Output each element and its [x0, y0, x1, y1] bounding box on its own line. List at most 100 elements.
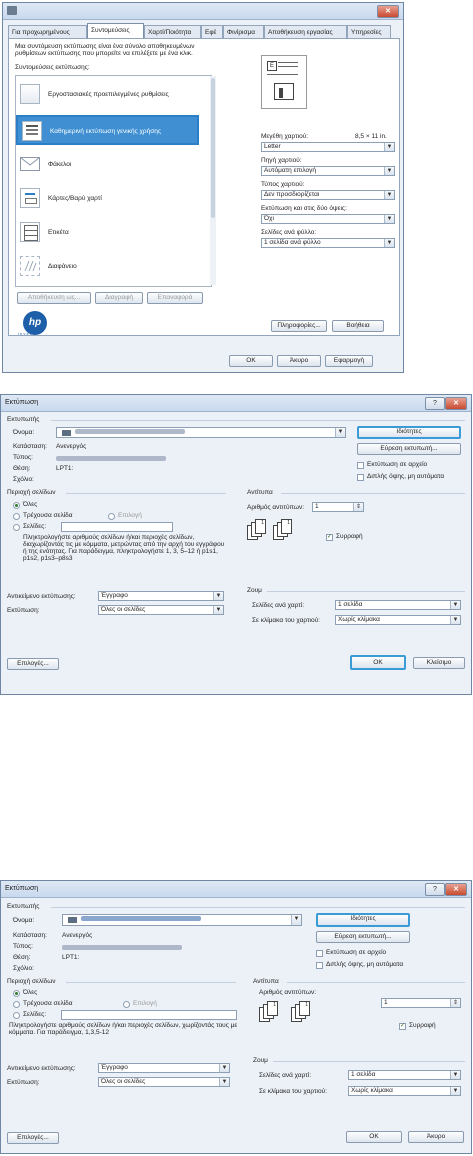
chevron-down-icon: ▼ [450, 1087, 460, 1095]
apply-button[interactable]: Εφαρμογή [325, 355, 373, 367]
tab-shortcuts[interactable]: Συντομεύσεις [87, 23, 144, 38]
print-to-file-label: Εκτύπωση σε αρχείο [326, 949, 387, 956]
pages-per-sheet-select[interactable]: 1 σελίδα ▼ [335, 600, 461, 610]
paper-source-select[interactable]: Αυτόματη επιλογή ▼ [261, 166, 395, 176]
pages-radio[interactable] [13, 1012, 20, 1019]
print-to-file-checkbox[interactable] [316, 950, 323, 957]
collate-checkbox[interactable]: ✓ [399, 1023, 406, 1030]
shortcut-item-envelopes[interactable]: Φάκελοι [16, 150, 199, 180]
delete-button[interactable]: Διαγραφή [95, 292, 143, 304]
scale-select[interactable]: Χωρίς κλίμακα ▼ [335, 615, 461, 625]
pages-per-sheet-label: Σελίδες ανά φύλλο: [261, 229, 317, 236]
all-pages-radio[interactable] [13, 502, 20, 509]
tab-paper-quality[interactable]: Χαρτί/Ποιότητα [144, 25, 201, 38]
shortcuts-list: Εργοστασιακές προεπιλεγμένες ρυθμίσεις Κ… [15, 75, 212, 287]
close-dialog-button[interactable]: Κλείσιμο [413, 657, 465, 669]
shortcut-item-everyday[interactable]: Καθημερινή εκτύπωση γενικής χρήσης [16, 115, 199, 145]
options-button[interactable]: Επιλογές... [7, 658, 59, 670]
all-pages-radio[interactable] [13, 990, 20, 997]
dialog-title: Εκτύπωση [5, 399, 39, 406]
copies-input[interactable]: 1 ⇕ [381, 998, 461, 1008]
tab-job-storage[interactable]: Αποθήκευση εργασίας [264, 25, 347, 38]
pages-input[interactable] [61, 1010, 237, 1020]
cancel-button[interactable]: Άκυρο [408, 1131, 464, 1143]
paper-type-select[interactable]: Δεν προσδιορίζεται ▼ [261, 190, 395, 200]
selection-radio[interactable] [123, 1001, 130, 1008]
copies-group-title: Αντίτυπα [253, 978, 279, 985]
help-title-button[interactable]: ? [425, 883, 445, 896]
collate-checkbox[interactable]: ✓ [326, 534, 333, 541]
duplex-select[interactable]: Όχι ▼ [261, 214, 395, 224]
selection-radio[interactable] [108, 513, 115, 520]
shortcut-item-labels[interactable]: Ετικέτα [16, 218, 199, 248]
all-pages-label: Όλες [23, 989, 38, 996]
chevron-down-icon: ▼ [219, 1064, 229, 1072]
list-scrollbar[interactable] [210, 76, 216, 285]
properties-button[interactable]: Ιδιότητες [357, 426, 461, 439]
manual-duplex-checkbox[interactable] [357, 474, 364, 481]
collate-pages-icon: 321 321 [247, 519, 307, 549]
ok-button[interactable]: OK [350, 655, 406, 670]
reset-button[interactable]: Επαναφορά [147, 292, 203, 304]
paper-size-select[interactable]: Letter ▼ [261, 142, 395, 152]
options-button[interactable]: Επιλογές... [7, 1132, 59, 1144]
printer-name-label: Όνομα: [13, 917, 35, 924]
spinner-icon[interactable]: ⇕ [353, 503, 363, 511]
print-what-select[interactable]: Έγγραφο ▼ [98, 591, 224, 601]
print-what-select[interactable]: Έγγραφο ▼ [98, 1063, 230, 1073]
pages-per-sheet-select[interactable]: 1 σελίδα ανά φύλλο ▼ [261, 238, 395, 248]
close-button[interactable]: ✕ [445, 397, 467, 410]
shortcuts-label: Συντομεύσεις εκτύπωσης: [15, 64, 90, 71]
properties-button[interactable]: Ιδιότητες [316, 913, 410, 927]
shortcut-item-cardstock[interactable]: Κάρτες/Βαρύ χαρτί [16, 184, 199, 214]
copies-input[interactable]: 1 ⇕ [312, 502, 364, 512]
printer-icon [7, 6, 17, 15]
manual-duplex-checkbox[interactable] [316, 962, 323, 969]
tab-services[interactable]: Υπηρεσίες [347, 25, 391, 38]
print-select[interactable]: Όλες οι σελίδες ▼ [98, 605, 224, 615]
help-title-button[interactable]: ? [425, 397, 445, 410]
find-printer-button[interactable]: Εύρεση εκτυπωτή... [316, 931, 410, 943]
cancel-button[interactable]: Άκυρο [277, 355, 321, 367]
status-value: Ανενεργός [56, 443, 87, 450]
comment-label: Σχόλιο: [13, 965, 34, 972]
collate-label: Συρραφή [409, 1022, 436, 1029]
chevron-down-icon: ▼ [291, 915, 301, 925]
close-button[interactable]: ✕ [445, 883, 467, 896]
pages-radio[interactable] [13, 524, 20, 531]
document-page-icon [22, 121, 42, 141]
close-button[interactable]: ✕ [377, 5, 399, 18]
scale-label: Σε κλίμακα του χαρτιού: [259, 1088, 327, 1095]
tab-finishing[interactable]: Φινίρισμα [223, 25, 264, 38]
about-button[interactable]: Πληροφορίες... [271, 320, 327, 332]
tab-effects[interactable]: Εφέ [201, 25, 223, 38]
current-page-radio[interactable] [13, 1001, 20, 1008]
tab-advanced[interactable]: Για προχωρημένους [8, 25, 87, 38]
save-as-button[interactable]: Αποθήκευση ως... [17, 292, 91, 304]
pages-input[interactable] [61, 522, 173, 532]
page-range-line [66, 493, 226, 494]
pages-per-sheet-select[interactable]: 1 σελίδα ▼ [348, 1070, 461, 1080]
current-page-radio[interactable] [13, 513, 20, 520]
collate-pages-icon: 321 321 [259, 1001, 319, 1031]
ok-button[interactable]: OK [346, 1131, 402, 1143]
print-label: Εκτύπωση: [7, 607, 40, 614]
scale-select[interactable]: Χωρίς κλίμακα ▼ [348, 1086, 461, 1096]
find-printer-button[interactable]: Εύρεση εκτυπωτή... [357, 443, 461, 455]
print-what-label: Αντικείμενο εκτύπωσης: [7, 593, 76, 600]
shortcut-item-transparencies[interactable]: Διαφάνειο [16, 252, 199, 282]
status-label: Κατάσταση: [13, 443, 47, 450]
printer-name-select[interactable]: ▼ [56, 427, 346, 438]
printer-name-select[interactable]: ▼ [62, 914, 302, 926]
spinner-icon[interactable]: ⇕ [450, 999, 460, 1007]
print-to-file-checkbox[interactable] [357, 462, 364, 469]
help-button[interactable]: Βοήθεια [332, 320, 384, 332]
printing-preferences-dialog: ✕ Για προχωρημένους Συντομεύσεις Χαρτί/Π… [2, 2, 404, 373]
ok-button[interactable]: OK [229, 355, 273, 367]
print-select[interactable]: Όλες οι σελίδες ▼ [98, 1077, 230, 1087]
print-dialog: Εκτύπωση ? ✕ Εκτυπωτής Όνομα: ▼ Ιδιότητε… [0, 394, 472, 695]
duplex-label: Εκτύπωση και στις δύο όψεις: [261, 205, 347, 212]
current-page-label: Τρέχουσα σελίδα [23, 1000, 73, 1007]
shortcut-item-factory[interactable]: Εργοστασιακές προεπιλεγμένες ρυθμίσεις [16, 80, 199, 110]
print-label: Εκτύπωση: [7, 1079, 40, 1086]
